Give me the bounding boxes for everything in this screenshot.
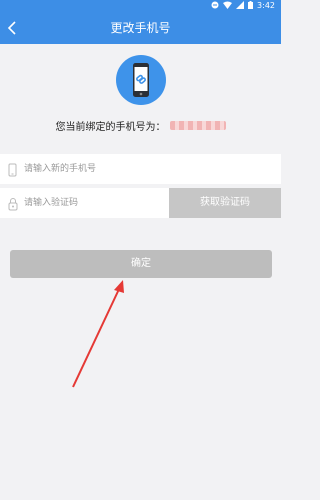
app-bar: 更改手机号 bbox=[0, 12, 281, 44]
wifi-icon bbox=[223, 1, 233, 11]
new-phone-field[interactable]: 请输入新的手机号 bbox=[0, 154, 281, 184]
bound-phone-label: 您当前绑定的手机号为： bbox=[55, 122, 166, 133]
verification-code-placeholder: 请输入验证码 bbox=[24, 198, 79, 208]
signal-icon bbox=[236, 1, 245, 11]
get-code-button[interactable]: 获取验证码 bbox=[169, 188, 281, 218]
masked-phone-number bbox=[169, 121, 226, 130]
mobile-phone-icon bbox=[8, 162, 17, 181]
phone-link-icon bbox=[116, 55, 166, 105]
status-icons: 3:42 bbox=[211, 1, 275, 11]
notification-icon bbox=[211, 1, 219, 11]
status-time: 3:42 bbox=[257, 1, 275, 10]
confirm-button[interactable]: 确定 bbox=[10, 250, 272, 278]
lock-icon bbox=[8, 196, 18, 215]
bound-phone-info: 您当前绑定的手机号为： bbox=[0, 118, 281, 134]
battery-icon bbox=[248, 1, 254, 11]
page-title: 更改手机号 bbox=[110, 21, 171, 35]
verification-code-field[interactable]: 请输入验证码 获取验证码 bbox=[0, 188, 281, 218]
status-bar: 3:42 bbox=[0, 0, 281, 12]
new-phone-placeholder: 请输入新的手机号 bbox=[24, 164, 97, 174]
